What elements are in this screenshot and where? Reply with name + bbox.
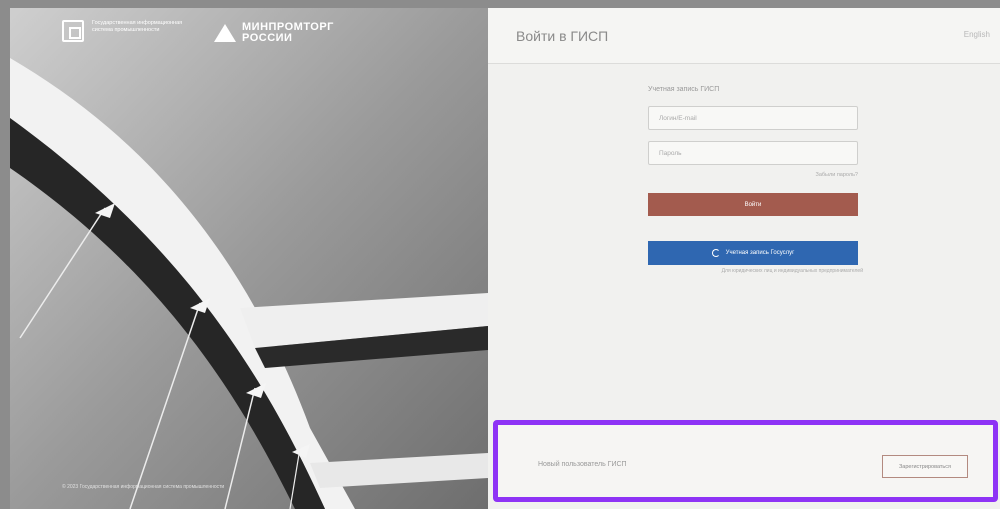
gisp-logo-icon [62, 20, 84, 42]
gosuslugi-button-label: Учетная запись Госуслуг [725, 250, 795, 256]
register-button-label: Зарегистрироваться [898, 463, 951, 470]
minpromtorg-logo: МИНПРОМТОРГ РОССИИ [214, 22, 334, 44]
password-input[interactable] [648, 141, 858, 165]
register-button[interactable]: Зарегистрироваться [882, 455, 968, 478]
gosuslugi-note: Для юридических лиц и индивидуальных пре… [721, 268, 863, 274]
login-input[interactable] [648, 106, 858, 130]
gosuslugi-icon [711, 249, 720, 257]
registration-section: Новый пользователь ГИСП Зарегистрировать… [493, 420, 998, 502]
bridge-photo: Государственная информационная система п… [10, 8, 488, 509]
login-button[interactable]: Войти [648, 193, 858, 216]
gisp-logo: Государственная информационная система п… [62, 20, 192, 42]
minpromtorg-name-line2: РОССИИ [242, 32, 293, 44]
page-frame: Государственная информационная система п… [10, 8, 1000, 509]
login-button-label: Войти [744, 201, 762, 208]
gosuslugi-login-button[interactable]: Учетная запись Госуслуг [648, 241, 858, 265]
account-section-label: Учетная запись ГИСП [648, 86, 720, 93]
page-title: Войти в ГИСП [516, 28, 609, 44]
bridge-illustration [10, 8, 488, 509]
copyright-text: © 2023 Государственная информационная си… [62, 484, 225, 490]
gisp-logo-text: Государственная информационная система п… [92, 20, 183, 33]
login-header: Войти в ГИСП English [488, 8, 1000, 64]
language-switch[interactable]: English [964, 30, 990, 39]
forgot-password-link[interactable]: Забыли пароль? [798, 172, 858, 178]
minpromtorg-logo-icon [214, 24, 236, 42]
new-user-prompt: Новый пользователь ГИСП [538, 461, 627, 468]
login-panel: Войти в ГИСП English Учетная запись ГИСП… [488, 8, 1000, 509]
